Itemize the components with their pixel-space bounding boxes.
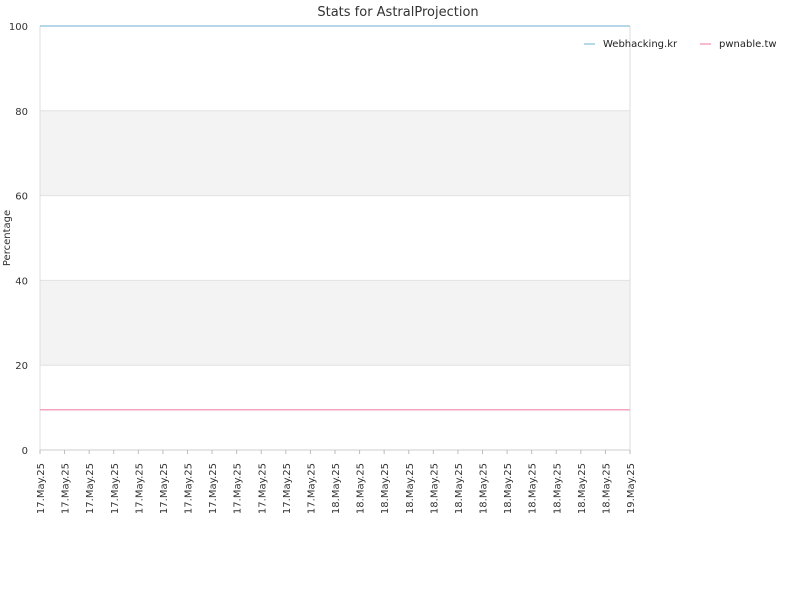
plot-band bbox=[40, 280, 630, 366]
plot-band bbox=[40, 26, 630, 111]
x-tick-label: 19.May.25 bbox=[626, 463, 637, 514]
y-tick-label: 40 bbox=[15, 276, 28, 287]
y-tick-label: 80 bbox=[15, 107, 28, 118]
y-tick-label: 60 bbox=[15, 192, 28, 203]
x-tick-label: 17.May.25 bbox=[257, 463, 268, 514]
x-tick-label: 17.May.25 bbox=[85, 463, 96, 514]
y-axis-label: Percentage bbox=[2, 210, 13, 266]
legend-label: Webhacking.kr bbox=[603, 39, 678, 50]
x-tick-label: 18.May.25 bbox=[601, 463, 612, 514]
x-tick-label: 18.May.25 bbox=[479, 463, 490, 514]
x-tick-label: 18.May.25 bbox=[331, 463, 342, 514]
x-tick-label: 17.May.25 bbox=[306, 463, 317, 514]
x-tick-label: 17.May.25 bbox=[36, 463, 47, 514]
x-axis-ticks: 17.May.25 17.May.25 17.May.25 17.May.25 17.M… bbox=[36, 450, 637, 514]
x-tick-label: 18.May.25 bbox=[356, 463, 367, 514]
y-tick-label: 0 bbox=[22, 446, 28, 457]
x-tick-label: 17.May.25 bbox=[184, 463, 195, 514]
x-tick-label: 18.May.25 bbox=[552, 463, 563, 514]
x-tick-label: 17.May.25 bbox=[233, 463, 244, 514]
plot-band bbox=[40, 110, 630, 196]
x-tick-label: 18.May.25 bbox=[429, 463, 440, 514]
legend: Webhacking.kr pwnable.tw bbox=[584, 39, 777, 50]
x-tick-label: 17.May.25 bbox=[159, 463, 170, 514]
chart-title: Stats for AstralProjection bbox=[317, 5, 478, 20]
x-tick-label: 18.May.25 bbox=[528, 463, 539, 514]
x-tick-label: 17.May.25 bbox=[208, 463, 219, 514]
x-tick-label: 17.May.25 bbox=[61, 463, 72, 514]
plot-bands bbox=[40, 26, 630, 450]
x-tick-label: 18.May.25 bbox=[577, 463, 588, 514]
x-tick-label: 17.May.25 bbox=[134, 463, 145, 514]
x-tick-label: 18.May.25 bbox=[380, 463, 391, 514]
x-tick-label: 17.May.25 bbox=[110, 463, 121, 514]
x-tick-label: 17.May.25 bbox=[282, 463, 293, 514]
plot-band bbox=[40, 365, 630, 450]
x-tick-label: 18.May.25 bbox=[503, 463, 514, 514]
y-tick-label: 100 bbox=[9, 22, 28, 33]
plot-band bbox=[40, 195, 630, 281]
x-tick-label: 18.May.25 bbox=[454, 463, 465, 514]
legend-label: pwnable.tw bbox=[719, 39, 777, 50]
line-chart: Stats for AstralProjection Percentage 0 2… bbox=[2, 5, 777, 514]
y-tick-label: 20 bbox=[15, 361, 28, 372]
x-tick-label: 18.May.25 bbox=[405, 463, 416, 514]
